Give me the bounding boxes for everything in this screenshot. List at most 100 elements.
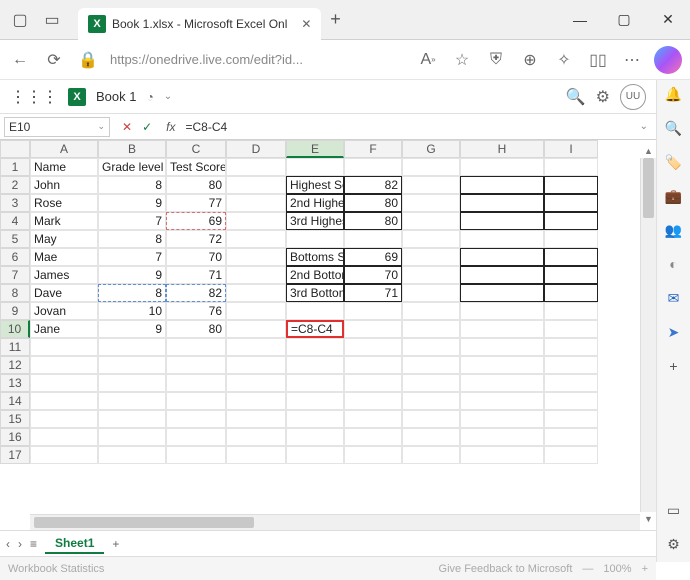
prev-sheet-icon[interactable]: ‹ [6,537,10,551]
cell-C9[interactable]: 76 [166,302,226,320]
sheet-tab[interactable]: Sheet1 [45,534,104,554]
row-header[interactable]: 1 [0,158,30,176]
cell-E9[interactable] [286,302,344,320]
chevron-down-icon[interactable]: ⌄ [97,121,105,132]
cell-G1[interactable] [402,158,460,176]
new-tab-button[interactable]: + [321,9,349,30]
cell-F3[interactable]: 80 [344,194,402,212]
cell-F13[interactable] [344,374,402,392]
settings-sidebar-icon[interactable]: ⚙ [664,534,684,554]
name-box[interactable]: E10 ⌄ [4,117,110,137]
cell-I17[interactable] [544,446,598,464]
cell-C1[interactable]: Test Score [166,158,226,176]
cell-A2[interactable]: John [30,176,98,194]
cell-E12[interactable] [286,356,344,374]
row-header[interactable]: 13 [0,374,30,392]
cell-H13[interactable] [460,374,544,392]
cell-G12[interactable] [402,356,460,374]
row-header[interactable]: 17 [0,446,30,464]
cell-E8[interactable]: 3rd Bottom [286,284,344,302]
cell-D14[interactable] [226,392,286,410]
cell-E15[interactable] [286,410,344,428]
cell-A17[interactable] [30,446,98,464]
close-tab-icon[interactable]: ✕ [301,17,311,31]
cell-D16[interactable] [226,428,286,446]
cell-A16[interactable] [30,428,98,446]
cell-A7[interactable]: James [30,266,98,284]
shield-icon[interactable]: ⛨ [484,48,508,72]
briefcase-icon[interactable]: 💼 [664,186,684,206]
cell-H10[interactable] [460,320,544,338]
cell-E10[interactable]: =C8-C4 [286,320,344,338]
send-icon[interactable]: ➤ [664,322,684,342]
app-launcher-icon[interactable]: ⋮⋮⋮ [10,87,58,107]
cell-I16[interactable] [544,428,598,446]
cell-F7[interactable]: 70 [344,266,402,284]
cloud-sync-icon[interactable]: ◔ [146,90,153,104]
cell-B13[interactable] [98,374,166,392]
cell-H1[interactable] [460,158,544,176]
column-header[interactable]: E [286,140,344,158]
workbook-name[interactable]: Book 1 [96,89,136,104]
cell-F17[interactable] [344,446,402,464]
office-icon[interactable]: ◐ [664,254,684,274]
cell-E7[interactable]: 2nd Bottom [286,266,344,284]
cell-B17[interactable] [98,446,166,464]
cell-D2[interactable] [226,176,286,194]
zoom-in-button[interactable]: + [642,563,648,575]
column-header[interactable]: H [460,140,544,158]
cell-A8[interactable]: Dave [30,284,98,302]
cell-C10[interactable]: 80 [166,320,226,338]
cell-I12[interactable] [544,356,598,374]
cell-E3[interactable]: 2nd Highest [286,194,344,212]
cell-I1[interactable] [544,158,598,176]
column-header[interactable]: F [344,140,402,158]
cell-G14[interactable] [402,392,460,410]
cell-G15[interactable] [402,410,460,428]
formula-input[interactable]: =C8-C4 [181,120,631,134]
row-header[interactable]: 12 [0,356,30,374]
cell-D8[interactable] [226,284,286,302]
workspaces-icon[interactable]: ▢ [8,8,32,32]
cell-D11[interactable] [226,338,286,356]
cell-G17[interactable] [402,446,460,464]
cell-C15[interactable] [166,410,226,428]
cell-E4[interactable]: 3rd Highest [286,212,344,230]
minimize-button[interactable]: — [558,0,602,40]
cell-D13[interactable] [226,374,286,392]
cell-I6[interactable] [544,248,598,266]
column-header[interactable]: A [30,140,98,158]
close-window-button[interactable]: ✕ [646,0,690,40]
row-header[interactable]: 7 [0,266,30,284]
zoom-out-button[interactable]: — [582,563,593,575]
cell-G9[interactable] [402,302,460,320]
row-header[interactable]: 8 [0,284,30,302]
cell-D3[interactable] [226,194,286,212]
cell-D1[interactable] [226,158,286,176]
cell-G13[interactable] [402,374,460,392]
cell-E13[interactable] [286,374,344,392]
cell-C16[interactable] [166,428,226,446]
cell-B7[interactable]: 9 [98,266,166,284]
browser-tab[interactable]: X Book 1.xlsx - Microsoft Excel Onl ✕ [78,8,321,40]
search-icon[interactable]: 🔍 [566,87,586,107]
cell-B8[interactable]: 8 [98,284,166,302]
row-header[interactable]: 5 [0,230,30,248]
cell-F10[interactable] [344,320,402,338]
bell-icon[interactable]: 🔔 [664,84,684,104]
column-header[interactable]: D [226,140,286,158]
cell-I14[interactable] [544,392,598,410]
zoom-level[interactable]: 100% [603,563,631,575]
cell-I10[interactable] [544,320,598,338]
cell-A1[interactable]: Name [30,158,98,176]
cell-G5[interactable] [402,230,460,248]
add-sheet-icon[interactable]: + [112,537,119,551]
cell-C7[interactable]: 71 [166,266,226,284]
cell-F6[interactable]: 69 [344,248,402,266]
cell-F9[interactable] [344,302,402,320]
cell-F2[interactable]: 82 [344,176,402,194]
row-header[interactable]: 6 [0,248,30,266]
cell-I4[interactable] [544,212,598,230]
site-info-icon[interactable]: 🔒 [76,48,100,72]
cell-G7[interactable] [402,266,460,284]
